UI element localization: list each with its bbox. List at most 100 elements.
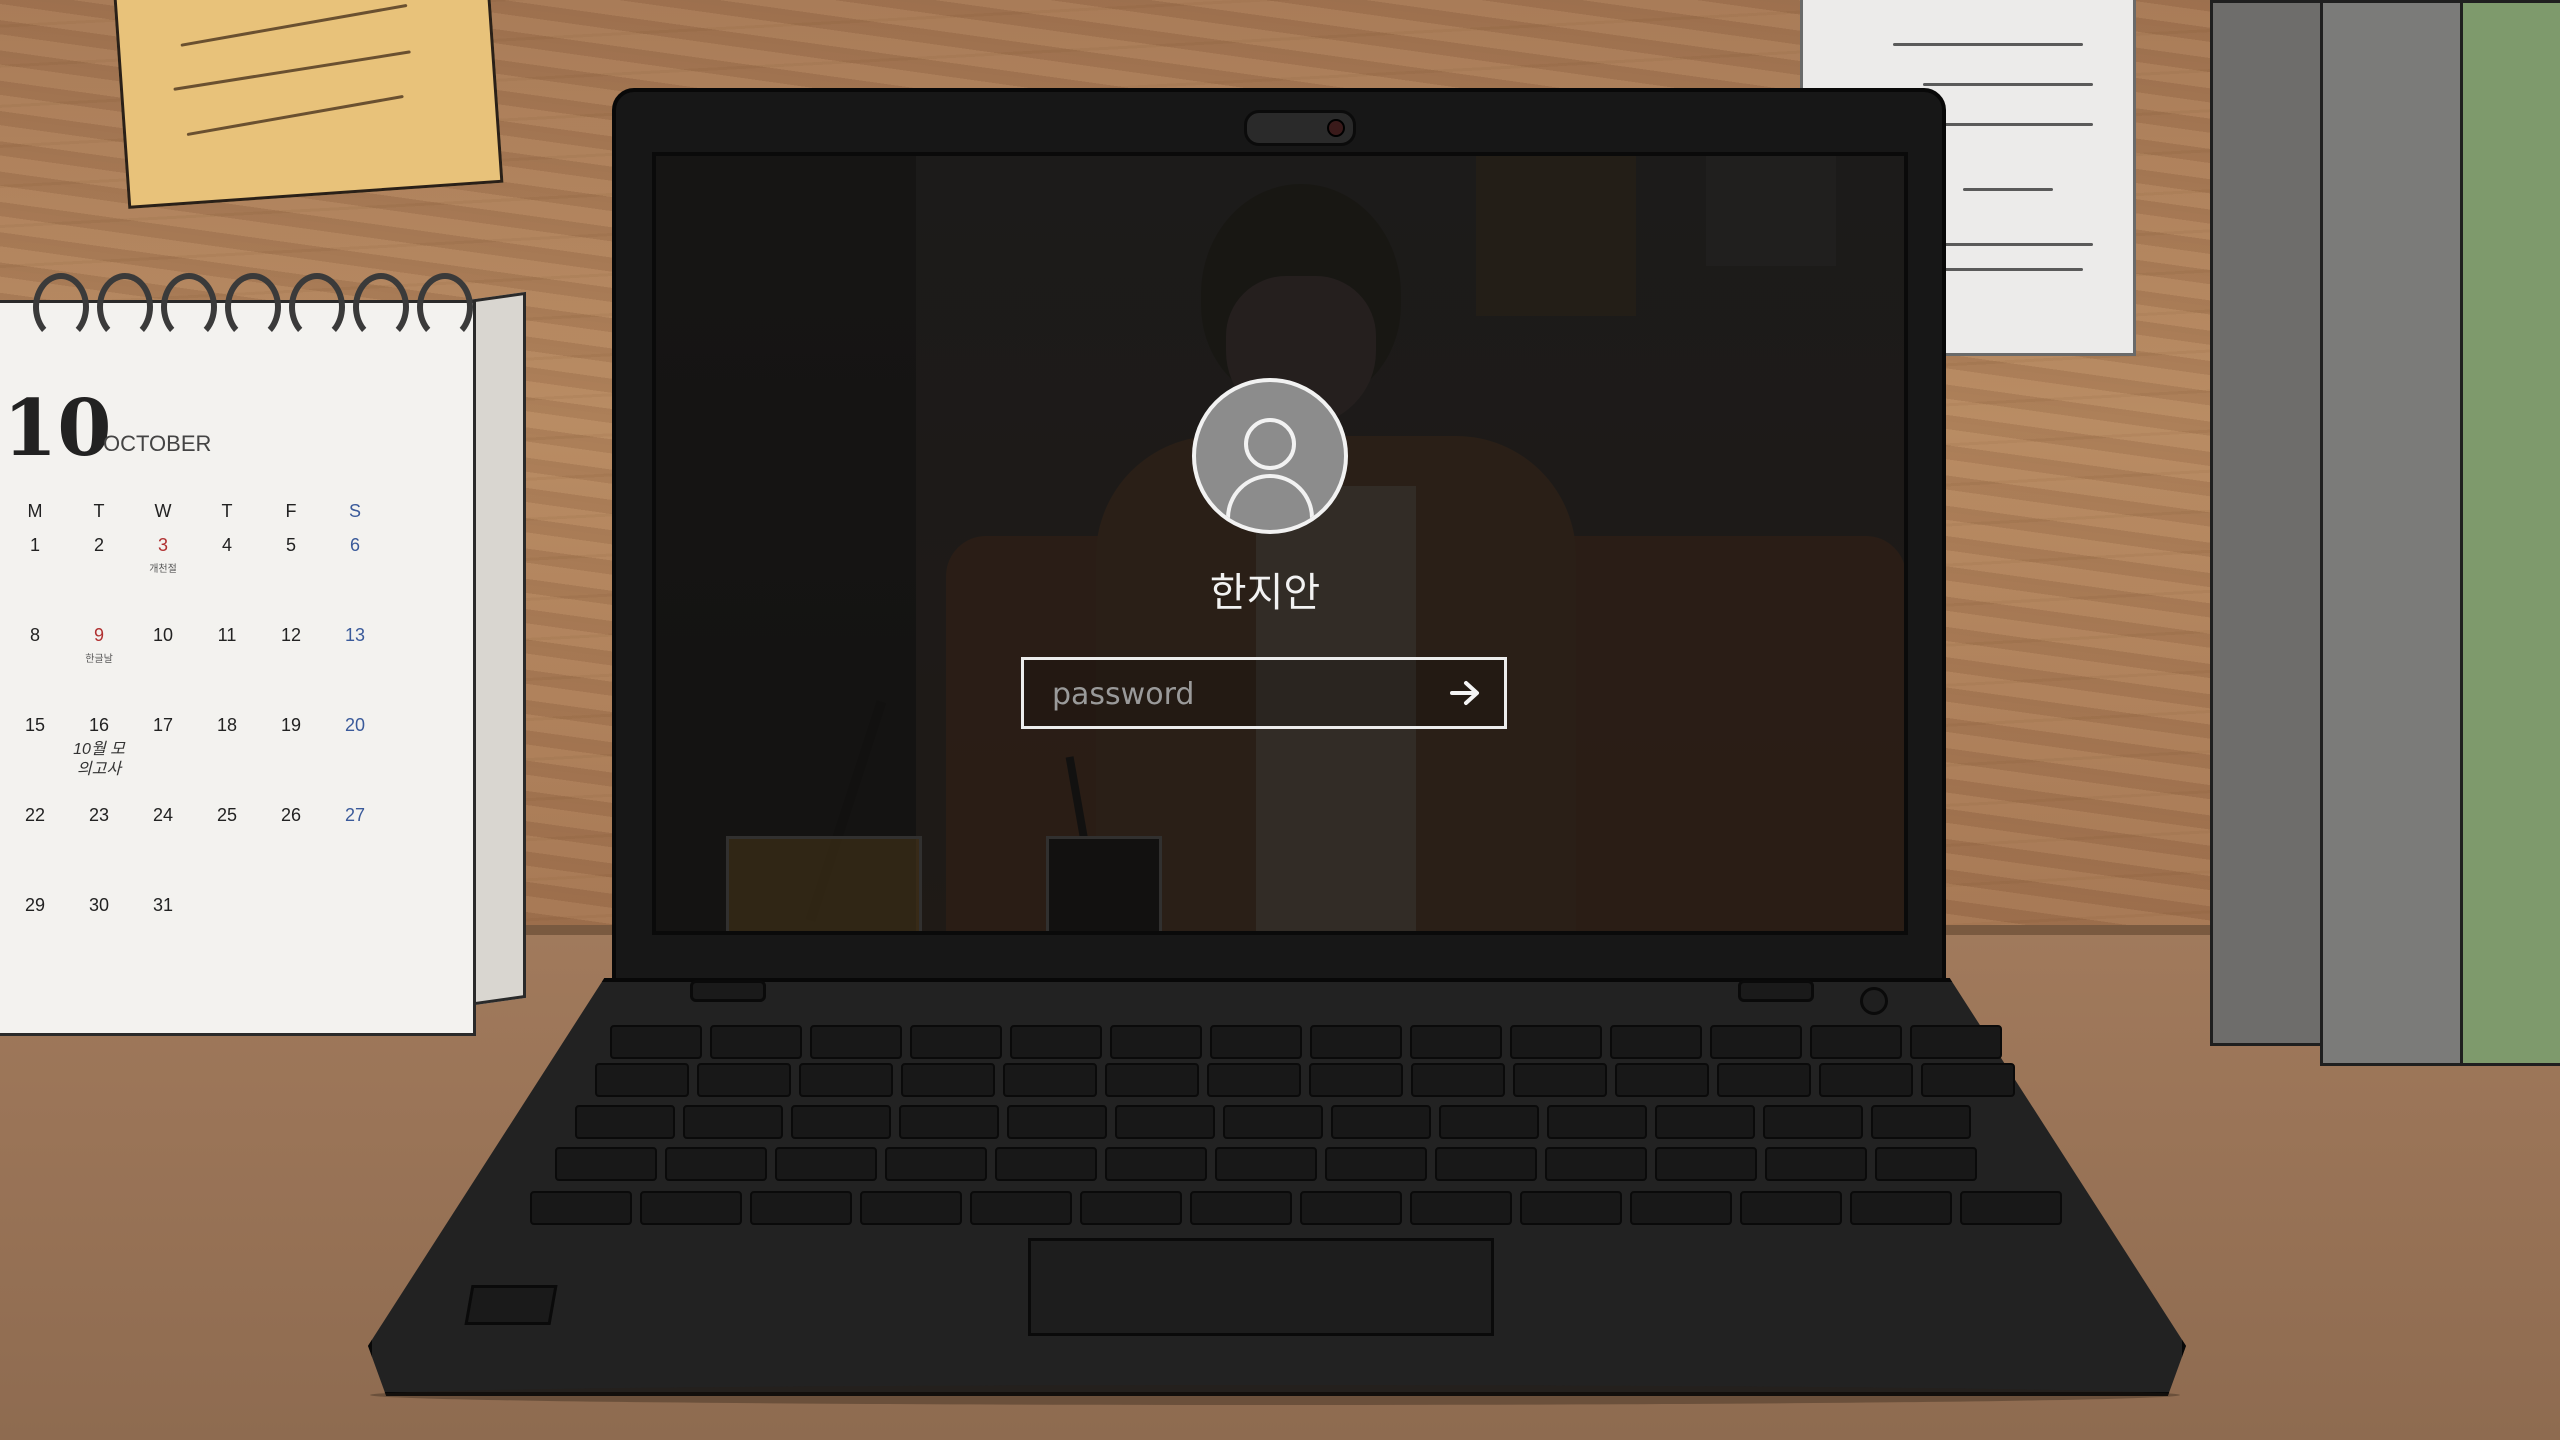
calendar-day — [195, 889, 259, 979]
user-avatar — [1192, 378, 1348, 534]
keyboard-key — [1435, 1147, 1537, 1181]
calendar-weekday: T — [93, 501, 105, 521]
keyboard-key — [1921, 1063, 2015, 1097]
calendar-weekday: M — [27, 501, 43, 521]
calendar-holiday-note: 한글날 — [85, 654, 113, 665]
calendar-day-number: 10 — [152, 625, 174, 645]
keyboard-key — [610, 1025, 702, 1059]
calendar-day-number: 23 — [88, 805, 110, 825]
books — [2200, 0, 2560, 1066]
keyboard-key — [697, 1063, 791, 1097]
keyboard-key — [1210, 1025, 1302, 1059]
keyboard-row — [595, 1063, 2015, 1097]
calendar-day: 2 — [67, 529, 131, 619]
keyboard-key — [1410, 1191, 1512, 1225]
keyboard-key — [885, 1147, 987, 1181]
calendar-ring — [353, 273, 409, 341]
calendar-month-number: 10 — [3, 383, 112, 474]
keyboard-key — [1630, 1191, 1732, 1225]
calendar-day: 10 — [131, 619, 195, 709]
calendar-day: 1 — [3, 529, 67, 619]
calendar-day: 11 — [195, 619, 259, 709]
keyboard-key — [1080, 1191, 1182, 1225]
webcam-icon — [1244, 110, 1356, 146]
keyboard-key — [1331, 1105, 1431, 1139]
keyboard-key — [810, 1025, 902, 1059]
keyboard-key — [575, 1105, 675, 1139]
hinge — [1738, 980, 1814, 1002]
calendar-day-number: 31 — [152, 895, 174, 915]
keyboard-key — [1105, 1147, 1207, 1181]
keyboard-key — [799, 1063, 893, 1097]
arrow-right-icon[interactable] — [1444, 672, 1486, 714]
calendar-day: 22 — [3, 799, 67, 889]
calendar-day-number: 15 — [24, 715, 46, 735]
keyboard-key — [1300, 1191, 1402, 1225]
keyboard-key — [1545, 1147, 1647, 1181]
calendar-day: 5 — [259, 529, 323, 619]
keyboard-key — [555, 1147, 657, 1181]
keyboard-key — [665, 1147, 767, 1181]
calendar-ring — [33, 273, 89, 341]
calendar-day-number: 12 — [280, 625, 302, 645]
book — [2320, 0, 2466, 1066]
keyboard-key — [1007, 1105, 1107, 1139]
touchpad — [1028, 1238, 1494, 1336]
username-label: 한지안 — [1209, 570, 1321, 616]
keyboard-key — [791, 1105, 891, 1139]
keyboard-key — [1819, 1063, 1913, 1097]
keyboard-key — [1410, 1025, 1502, 1059]
keyboard-key — [1610, 1025, 1702, 1059]
calendar-day: 12 — [259, 619, 323, 709]
keyboard-key — [1105, 1063, 1199, 1097]
fingerprint-reader — [464, 1285, 558, 1325]
keyboard-key — [1655, 1105, 1755, 1139]
calendar-day-number: 19 — [280, 715, 302, 735]
keyboard-key — [530, 1191, 632, 1225]
keyboard-row — [530, 1191, 2062, 1225]
calendar-day: 4 — [195, 529, 259, 619]
keyboard-key — [1710, 1025, 1802, 1059]
desk-calendar: 10 OCTOBER M T W T F S 1 2 3 개천절 4 5 6 8 9 한글날 10 11 12 13 1… — [0, 273, 476, 1036]
laptop-screen — [652, 152, 1908, 935]
keyboard-row — [575, 1105, 1971, 1139]
hinge — [690, 980, 766, 1002]
password-input[interactable] — [1050, 660, 1444, 728]
calendar-day — [323, 889, 387, 979]
keyboard-key — [1513, 1063, 1607, 1097]
keyboard-key — [1763, 1105, 1863, 1139]
keyboard-key — [1190, 1191, 1292, 1225]
keyboard-key — [1003, 1063, 1097, 1097]
user-icon — [1244, 418, 1296, 470]
calendar-day: 15 — [3, 709, 67, 799]
keyboard-row — [610, 1025, 2002, 1059]
calendar-day-number: 20 — [344, 715, 366, 735]
calendar-day-number: 17 — [152, 715, 174, 735]
calendar-day-number: 6 — [349, 535, 360, 555]
keyboard-key — [1871, 1105, 1971, 1139]
keyboard-key — [1615, 1063, 1709, 1097]
sticky-note — [112, 0, 504, 209]
calendar-day-number: 22 — [24, 805, 46, 825]
keyboard-key — [1655, 1147, 1757, 1181]
calendar-day: 17 — [131, 709, 195, 799]
keyboard-key — [995, 1147, 1097, 1181]
calendar-day-number: 24 — [152, 805, 174, 825]
calendar-ring — [97, 273, 153, 341]
power-button-icon — [1860, 987, 1888, 1015]
keyboard-key — [1309, 1063, 1403, 1097]
calendar-day: 26 — [259, 799, 323, 889]
calendar-day: 20 — [323, 709, 387, 799]
keyboard-key — [595, 1063, 689, 1097]
keyboard-key — [1850, 1191, 1952, 1225]
calendar-grid: M T W T F S 1 2 3 개천절 4 5 6 8 9 한글날 10 11 12 13 15 16 10월 모의고사… — [3, 493, 423, 979]
calendar-day: 30 — [67, 889, 131, 979]
keyboard-key — [1875, 1147, 1977, 1181]
keyboard-key — [1510, 1025, 1602, 1059]
keyboard-key — [910, 1025, 1002, 1059]
calendar-day-number: 8 — [29, 625, 40, 645]
calendar-day-number: 2 — [93, 535, 104, 555]
calendar-day: 13 — [323, 619, 387, 709]
calendar-day: 3 개천절 — [131, 529, 195, 619]
calendar-day: 27 — [323, 799, 387, 889]
